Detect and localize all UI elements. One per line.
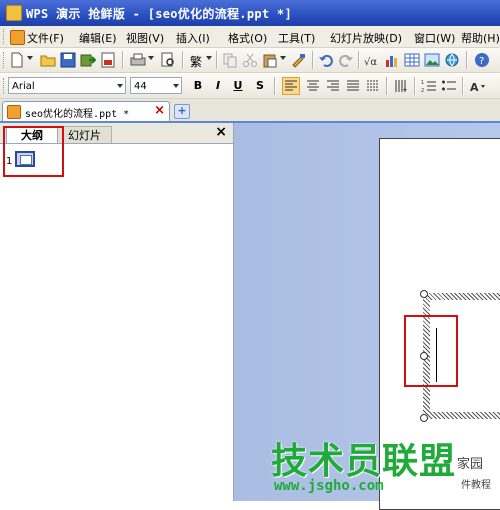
font-name-dropdown-arrow[interactable] bbox=[117, 84, 123, 88]
decrease-font-icon[interactable]: A bbox=[470, 78, 486, 94]
print-preview-icon[interactable] bbox=[160, 52, 176, 68]
toolbar-separator bbox=[122, 51, 124, 69]
print-dropdown-arrow[interactable] bbox=[148, 56, 154, 60]
align-left-icon[interactable] bbox=[282, 77, 300, 95]
traditional-chinese-button[interactable]: 繁 bbox=[190, 53, 202, 70]
save-icon[interactable] bbox=[60, 52, 76, 68]
toolbar-grip[interactable] bbox=[3, 78, 7, 94]
formula-icon[interactable]: √α bbox=[364, 52, 380, 68]
watermark-url: www.jsgho.com bbox=[274, 478, 384, 494]
font-size-combo[interactable]: 44 bbox=[130, 77, 182, 94]
menu-insert[interactable]: 插入(I) bbox=[176, 30, 210, 46]
menu-help[interactable]: 帮助(H) bbox=[461, 30, 500, 46]
underline-button[interactable]: U bbox=[230, 78, 246, 94]
presentation-file-icon bbox=[7, 105, 21, 119]
image-icon[interactable] bbox=[424, 52, 440, 68]
help-icon[interactable]: ? bbox=[474, 52, 490, 68]
toolbar-separator bbox=[274, 77, 276, 95]
tab-slides[interactable]: 幻灯片 bbox=[58, 126, 112, 143]
highlight-box-outline bbox=[3, 126, 64, 177]
watermark-title: 技术员联盟 bbox=[271, 441, 457, 482]
document-tab[interactable]: seo优化的流程.ppt * × bbox=[2, 101, 170, 121]
watermark-tutorial-text: 件教程 bbox=[461, 480, 491, 491]
menu-view[interactable]: 视图(V) bbox=[126, 30, 164, 46]
undo-icon[interactable] bbox=[318, 52, 334, 68]
table-icon[interactable] bbox=[404, 52, 420, 68]
italic-button[interactable]: I bbox=[210, 78, 226, 94]
svg-text:A: A bbox=[470, 81, 479, 94]
format-painter-icon[interactable] bbox=[290, 52, 306, 68]
close-document-tab-button[interactable]: × bbox=[154, 103, 165, 118]
shadow-button[interactable]: S bbox=[252, 78, 268, 94]
bold-button[interactable]: B bbox=[190, 78, 206, 94]
copy-icon[interactable] bbox=[222, 52, 238, 68]
highlight-box-textbox bbox=[404, 315, 458, 387]
new-tab-button[interactable]: + bbox=[174, 104, 190, 119]
standard-toolbar: 繁 √α ? bbox=[0, 48, 500, 73]
document-tab-label: seo优化的流程.ppt * bbox=[25, 109, 130, 120]
toolbar-separator bbox=[182, 51, 184, 69]
print-icon[interactable] bbox=[130, 52, 146, 68]
svg-text:√α: √α bbox=[364, 57, 377, 68]
menu-tools[interactable]: 工具(T) bbox=[278, 30, 315, 46]
resize-handle-bottom-left[interactable] bbox=[420, 414, 428, 422]
menu-slideshow[interactable]: 幻灯片放映(D) bbox=[330, 30, 402, 46]
cut-icon[interactable] bbox=[242, 52, 258, 68]
bullet-list-icon[interactable] bbox=[441, 78, 457, 94]
new-document-icon[interactable] bbox=[9, 52, 25, 68]
window-title: WPS 演示 抢鲜版 - [seo优化的流程.ppt *] bbox=[26, 7, 292, 21]
toolbar-separator bbox=[466, 51, 468, 69]
svg-text:2: 2 bbox=[421, 88, 424, 94]
export-icon[interactable] bbox=[80, 52, 96, 68]
numbered-list-icon[interactable]: 12 bbox=[421, 78, 437, 94]
menu-format[interactable]: 格式(O) bbox=[228, 30, 267, 46]
align-right-icon[interactable] bbox=[325, 78, 341, 94]
distribute-icon[interactable] bbox=[365, 78, 381, 94]
open-folder-icon[interactable] bbox=[40, 52, 56, 68]
toolbar-separator bbox=[462, 77, 464, 95]
close-panel-button[interactable]: × bbox=[215, 124, 227, 140]
menu-edit[interactable]: 编辑(E) bbox=[79, 30, 117, 46]
redo-icon[interactable] bbox=[338, 52, 354, 68]
traditional-dropdown-arrow[interactable] bbox=[206, 56, 212, 60]
svg-text:1: 1 bbox=[421, 80, 424, 86]
paste-dropdown-arrow[interactable] bbox=[280, 56, 286, 60]
chart-icon[interactable] bbox=[384, 52, 400, 68]
svg-text:?: ? bbox=[479, 56, 484, 67]
outline-slides-panel: 大纲 幻灯片 × 1 bbox=[0, 123, 234, 501]
pdf-export-icon[interactable] bbox=[100, 52, 116, 68]
watermark-home-text: 家园 bbox=[457, 457, 484, 472]
menu-bar: 文件(F) 编辑(E) 视图(V) 插入(I) 格式(O) 工具(T) 幻灯片放… bbox=[0, 26, 500, 48]
font-size-value: 44 bbox=[134, 81, 147, 92]
menu-window[interactable]: 窗口(W) bbox=[414, 30, 455, 46]
new-dropdown-arrow[interactable] bbox=[27, 56, 33, 60]
justify-icon[interactable] bbox=[345, 78, 361, 94]
toolbar-separator bbox=[358, 51, 360, 69]
font-size-dropdown-arrow[interactable] bbox=[173, 84, 179, 88]
title-bar: WPS 演示 抢鲜版 - [seo优化的流程.ppt *] bbox=[0, 0, 500, 26]
font-name-value: Arial bbox=[12, 81, 35, 92]
globe-icon[interactable] bbox=[444, 52, 460, 68]
toolbar-grip[interactable] bbox=[3, 52, 7, 68]
align-center-icon[interactable] bbox=[305, 78, 321, 94]
toolbar-separator bbox=[216, 51, 218, 69]
toolbar-grip[interactable] bbox=[3, 29, 7, 44]
document-icon[interactable] bbox=[10, 30, 25, 45]
paste-icon[interactable] bbox=[262, 52, 278, 68]
formatting-toolbar: Arial 44 B I U S 12 A bbox=[0, 74, 500, 99]
toolbar-separator bbox=[414, 77, 416, 95]
resize-handle-top-left[interactable] bbox=[420, 290, 428, 298]
vertical-text-icon[interactable] bbox=[393, 78, 409, 94]
menu-file[interactable]: 文件(F) bbox=[27, 30, 64, 46]
document-tab-bar: seo优化的流程.ppt * × + bbox=[0, 99, 500, 123]
toolbar-separator bbox=[386, 77, 388, 95]
font-name-combo[interactable]: Arial bbox=[8, 77, 126, 94]
toolbar-separator bbox=[312, 51, 314, 69]
wps-app-icon[interactable] bbox=[6, 5, 22, 21]
